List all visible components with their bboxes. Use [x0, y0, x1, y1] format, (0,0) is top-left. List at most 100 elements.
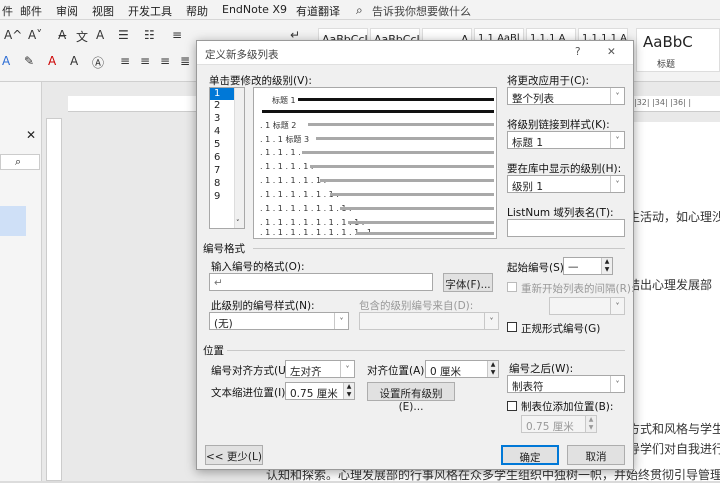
level-list-scrollbar[interactable]: ˅	[234, 88, 244, 228]
spin-down-icon[interactable]: ▼	[585, 424, 596, 432]
preview-row: . 1 标题 2	[260, 121, 297, 130]
number-format-input[interactable]: ↵	[209, 273, 433, 291]
align-at-label: 对齐位置(A):	[367, 365, 428, 377]
number-style-label: 此级别的编号样式(N):	[211, 300, 315, 312]
close-icon[interactable]: ✕	[26, 128, 36, 142]
follow-select[interactable]: 制表符 ˅	[507, 375, 625, 393]
border-char-icon[interactable]: A	[96, 28, 104, 42]
chevron-down-icon: ˅	[610, 88, 624, 104]
align-right-icon[interactable]: ≡	[160, 54, 170, 68]
gallery-level-select[interactable]: 级别 1 ˅	[507, 175, 625, 193]
legal-checkbox[interactable]	[507, 322, 517, 332]
font-color-icon[interactable]: A	[48, 54, 56, 68]
link-style-label: 将级别链接到样式(K):	[507, 119, 610, 131]
chevron-down-icon: ˅	[484, 313, 498, 329]
spin-up-icon[interactable]: ▲	[601, 258, 612, 266]
tab-stop-input[interactable]: 0.75 厘米 ▲ ▼	[521, 415, 597, 433]
chevron-down-icon: ˅	[610, 376, 624, 392]
level-item[interactable]: 9	[214, 191, 220, 202]
highlight-icon[interactable]: ✎	[24, 54, 34, 68]
font-button[interactable]: 字体(F)...	[443, 273, 493, 292]
multilevel-list-icon[interactable]: ≡	[172, 28, 182, 42]
preview-row: . 1 . 1 . 1 .	[260, 148, 301, 157]
level-item[interactable]: 7	[214, 165, 220, 176]
doc-line: 结出心理发展部	[628, 278, 713, 292]
level-item[interactable]: 2	[214, 100, 220, 111]
preview-row: . 1 . 1 . 1 . 1 . 1 . 1 . 1 .	[260, 204, 352, 213]
apply-to-select[interactable]: 整个列表 ˅	[507, 87, 625, 105]
restart-select[interactable]: ˅	[549, 297, 625, 315]
spin-up-icon[interactable]: ▲	[343, 383, 354, 391]
menu-mailings[interactable]: 邮件	[20, 3, 42, 19]
restart-label: 重新开始列表的间隔(R):	[521, 283, 635, 295]
help-icon[interactable]: ?	[575, 46, 581, 58]
align-center-icon[interactable]: ≡	[140, 54, 150, 68]
less-button[interactable]: << 更少(L)	[205, 445, 263, 465]
position-section: 位置	[203, 345, 224, 357]
align-select[interactable]: 左对齐 ˅	[285, 360, 355, 378]
listnum-label: ListNum 域列表名(T):	[507, 207, 614, 219]
level-label: 单击要修改的级别(V):	[209, 75, 312, 87]
restart-checkbox[interactable]	[507, 282, 517, 292]
spin-down-icon[interactable]: ▼	[601, 266, 612, 274]
cancel-button[interactable]: 取消	[567, 445, 625, 465]
doc-line: 生活动，如心理沙	[628, 210, 720, 224]
style-title[interactable]: AaBbC 标题	[636, 28, 720, 72]
level-item[interactable]: 5	[214, 139, 220, 150]
menu-developer[interactable]: 开发工具	[128, 3, 172, 19]
phonetic-icon[interactable]: 文	[76, 28, 88, 45]
start-at-label: 起始编号(S):	[507, 262, 568, 274]
listnum-input[interactable]	[507, 219, 625, 237]
navigation-pane: ✕ ⌕	[0, 82, 42, 481]
preview-row: . 1 . 1 . 1 . 1 . 1 .	[260, 176, 327, 185]
number-style-select[interactable]: (无) ˅	[209, 312, 349, 330]
close-icon[interactable]: ✕	[607, 46, 616, 58]
bullets-icon[interactable]: ☰	[118, 28, 129, 42]
menu-file[interactable]: 件	[2, 3, 13, 19]
numbering-icon[interactable]: ☷	[144, 28, 155, 42]
align-at-input[interactable]: 0 厘米 ▲ ▼	[425, 360, 499, 378]
chevron-down-icon: ˅	[610, 176, 624, 192]
menu-review[interactable]: 审阅	[56, 3, 78, 19]
level-item[interactable]: 4	[214, 126, 220, 137]
font-size-up-icon[interactable]: A^	[4, 28, 22, 42]
level-item[interactable]: 6	[214, 152, 220, 163]
enclose-char-icon[interactable]: Ⓐ	[92, 54, 104, 71]
level-item[interactable]: 8	[214, 178, 220, 189]
spin-down-icon[interactable]: ▼	[343, 391, 354, 399]
font-size-down-icon[interactable]: A˅	[28, 28, 42, 42]
align-left-icon[interactable]: ≡	[120, 54, 130, 68]
link-style-select[interactable]: 标题 1 ˅	[507, 131, 625, 149]
tab-stop-checkbox[interactable]	[507, 401, 517, 411]
menu-endnote[interactable]: EndNote X9	[222, 3, 287, 16]
nav-search-input[interactable]: ⌕	[0, 154, 40, 170]
tell-me-input[interactable]: 告诉我你想要做什么	[372, 3, 471, 19]
set-all-levels-button[interactable]: 设置所有级别(E)...	[367, 382, 455, 413]
spin-up-icon[interactable]: ▲	[585, 416, 596, 424]
search-icon: ⌕	[15, 155, 22, 168]
menu-youdao[interactable]: 有道翻译	[296, 3, 340, 19]
indent-input[interactable]: 0.75 厘米 ▲ ▼	[285, 382, 355, 400]
menu-view[interactable]: 视图	[92, 3, 114, 19]
level-item[interactable]: 3	[214, 113, 220, 124]
include-from-select[interactable]: ˅	[359, 312, 499, 330]
spin-down-icon[interactable]: ▼	[487, 369, 498, 377]
clear-format-icon[interactable]: A̶	[58, 28, 66, 42]
tab-stop-label: 制表位添加位置(B):	[521, 401, 614, 413]
menu-help[interactable]: 帮助	[186, 3, 208, 19]
preview-row: . 1 . 1 . 1 . 1 .	[260, 162, 314, 171]
level-list[interactable]: 1 2 3 4 5 6 7 8 9 ˅	[209, 87, 245, 229]
nav-selected-heading[interactable]	[0, 206, 26, 236]
text-effect-icon[interactable]: A	[2, 54, 10, 68]
justify-icon[interactable]: ≣	[180, 54, 190, 68]
preview-row: . 1 . 1 标题 3	[260, 135, 310, 144]
level-item[interactable]: 1	[214, 88, 220, 99]
indent-label: 文本缩进位置(I):	[211, 387, 289, 399]
enter-format-label: 输入编号的格式(O):	[211, 261, 305, 273]
char-shading-icon[interactable]: A	[70, 54, 78, 68]
spin-up-icon[interactable]: ▲	[487, 361, 498, 369]
ok-button[interactable]: 确定	[501, 445, 559, 465]
start-at-input[interactable]: — ▲ ▼	[563, 257, 613, 275]
preview-heading-1: 标题 1	[272, 96, 296, 105]
search-icon[interactable]: ⌕	[356, 3, 363, 18]
